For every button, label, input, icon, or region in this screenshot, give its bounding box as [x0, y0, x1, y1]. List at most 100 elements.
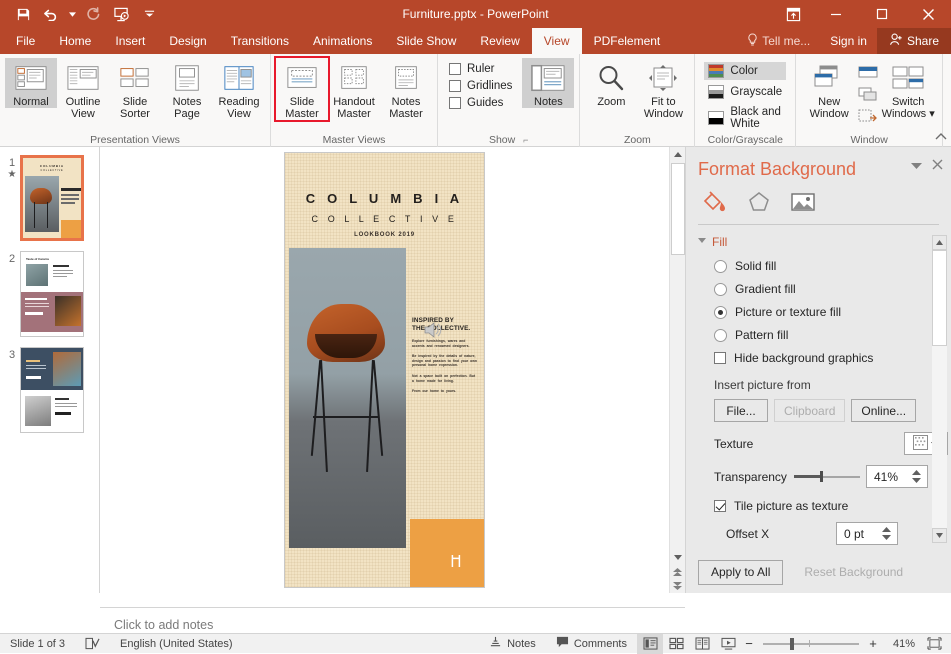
panel-scroll-up-button[interactable] [932, 235, 947, 250]
handout-master-button[interactable]: Handout Master [328, 58, 380, 120]
language-indicator[interactable]: English (United States) [110, 634, 243, 654]
slide-callout-textblock[interactable]: INSPIRED BY THE COLLECTIVE. Explore furn… [412, 317, 478, 394]
arrange-all-icon[interactable] [857, 62, 879, 82]
thumbnail-slide-2[interactable]: 2 Taste of Cararra [0, 251, 99, 337]
zoom-out-button[interactable]: − [741, 636, 757, 651]
slide-sorter-button[interactable]: Slide Sorter [109, 58, 161, 120]
comments-status-button[interactable]: Comments [546, 634, 637, 654]
panel-scrollbar[interactable] [932, 235, 947, 543]
minimize-button[interactable] [813, 0, 859, 28]
hide-background-graphics-checkbox[interactable]: Hide background graphics [714, 351, 951, 365]
audio-speaker-icon[interactable] [423, 320, 445, 343]
effects-icon[interactable] [744, 188, 774, 216]
outline-view-button[interactable]: Outline View [57, 58, 109, 120]
tab-file[interactable]: File [4, 28, 47, 54]
tab-view[interactable]: View [532, 28, 582, 54]
fill-icon[interactable] [700, 188, 730, 216]
color-option-color[interactable]: Color [704, 62, 786, 80]
slide-canvas[interactable]: C O L U M B I A C O L L E C T I V E LOOK… [285, 153, 484, 587]
tab-transitions[interactable]: Transitions [219, 28, 301, 54]
reading-view-button[interactable]: Reading View [213, 58, 265, 120]
slide-editing-area[interactable]: C O L U M B I A C O L L E C T I V E LOOK… [100, 147, 669, 593]
tile-picture-as-texture-checkbox[interactable]: Tile picture as texture [686, 499, 951, 513]
zoom-button[interactable]: Zoom [585, 58, 637, 108]
notes-status-button[interactable]: Notes [479, 634, 546, 654]
customize-qat-icon[interactable] [136, 2, 162, 26]
tab-slide-show[interactable]: Slide Show [384, 28, 468, 54]
slide-orange-block[interactable] [410, 519, 484, 587]
fill-section-header[interactable]: Fill [686, 233, 951, 255]
thumbnail-slide-3[interactable]: 3 [0, 347, 99, 433]
chevron-down-icon[interactable]: ▾ [929, 108, 935, 120]
previous-slide-button[interactable] [670, 565, 686, 579]
next-slide-button[interactable] [670, 579, 686, 593]
start-slideshow-icon[interactable] [108, 2, 134, 26]
slide-thumbnail-pane[interactable]: 1 ★ COLUMBIA COLLECTIVE 2 [0, 147, 100, 593]
fit-slide-to-window-icon[interactable] [921, 634, 947, 654]
tab-pdfelement[interactable]: PDFelement [582, 28, 673, 54]
notes-master-button[interactable]: Notes Master [380, 58, 432, 120]
offset-x-spinner[interactable]: 0 pt [836, 522, 898, 545]
offset-x-spinner-arrows[interactable] [882, 524, 894, 543]
pattern-fill-radio[interactable]: Pattern fill [714, 328, 951, 342]
insert-from-file-button[interactable]: File... [714, 399, 768, 422]
thumbnail-slide-1[interactable]: 1 ★ COLUMBIA COLLECTIVE [0, 155, 99, 241]
zoom-percent-label[interactable]: 41% [881, 638, 915, 650]
panel-options-dropdown-icon[interactable] [911, 159, 922, 173]
insert-from-online-button[interactable]: Online... [851, 399, 916, 422]
share-button[interactable]: Share [877, 28, 951, 54]
tell-me-box[interactable]: Tell me... [737, 33, 820, 49]
transparency-spinner-arrows[interactable] [912, 467, 924, 486]
save-icon[interactable] [10, 2, 36, 26]
zoom-in-button[interactable]: + [865, 636, 881, 651]
slide-sorter-button[interactable] [663, 634, 689, 654]
slide-indicator[interactable]: Slide 1 of 3 [0, 634, 75, 654]
animation-star-icon[interactable]: ★ [4, 169, 20, 180]
transparency-slider[interactable] [794, 469, 860, 485]
scroll-track[interactable] [670, 163, 686, 549]
picture-or-texture-fill-radio[interactable]: Picture or texture fill [714, 305, 951, 319]
scroll-down-button[interactable] [670, 549, 686, 565]
move-split-icon[interactable] [857, 106, 879, 126]
new-window-button[interactable]: New Window [801, 58, 857, 120]
tab-insert[interactable]: Insert [103, 28, 157, 54]
ribbon-display-options-icon[interactable] [773, 0, 813, 28]
fit-to-window-button[interactable]: Fit to Window [637, 58, 689, 120]
sign-in-button[interactable]: Sign in [820, 34, 877, 48]
close-button[interactable] [905, 0, 951, 28]
collapse-ribbon-icon[interactable] [935, 132, 947, 144]
zoom-slider[interactable] [763, 634, 859, 654]
normal-view-button[interactable]: Normal [5, 58, 57, 108]
maximize-button[interactable] [859, 0, 905, 28]
notes-page-button[interactable]: Notes Page [161, 58, 213, 120]
slide-master-button[interactable]: Slide Master [276, 58, 328, 120]
slideshow-button[interactable] [715, 634, 741, 654]
apply-to-all-button[interactable]: Apply to All [698, 560, 783, 585]
guides-checkbox[interactable]: Guides [449, 97, 512, 109]
gradient-fill-radio[interactable]: Gradient fill [714, 282, 951, 296]
transparency-slider-handle[interactable] [820, 471, 823, 482]
undo-dropdown-icon[interactable] [66, 2, 78, 26]
color-option-black-and-white[interactable]: Black and White [704, 104, 786, 132]
tab-animations[interactable]: Animations [301, 28, 384, 54]
normal-view-button[interactable] [637, 634, 663, 654]
tab-review[interactable]: Review [468, 28, 531, 54]
slide-lookbook-text[interactable]: LOOKBOOK 2019 [285, 232, 484, 238]
notes-button[interactable]: Notes [522, 58, 574, 108]
show-dialog-launcher-icon[interactable]: ⌐ [523, 133, 528, 147]
panel-scroll-down-button[interactable] [932, 528, 947, 543]
ruler-checkbox[interactable]: Ruler [449, 63, 512, 75]
panel-scroll-track[interactable] [932, 250, 947, 528]
switch-windows-button[interactable]: Switch Windows ▾ [879, 58, 937, 120]
solid-fill-radio[interactable]: Solid fill [714, 259, 951, 273]
panel-scroll-thumb[interactable] [932, 250, 947, 346]
color-option-grayscale[interactable]: Grayscale [704, 83, 786, 101]
scroll-up-button[interactable] [670, 147, 686, 163]
reading-view-button[interactable] [689, 634, 715, 654]
transparency-spinner[interactable]: 41% [866, 465, 928, 488]
thumbnail-2-image[interactable]: Taste of Cararra [20, 251, 84, 337]
thumbnail-3-image[interactable] [20, 347, 84, 433]
thumbnail-1-image[interactable]: COLUMBIA COLLECTIVE [20, 155, 84, 241]
scroll-thumb[interactable] [671, 163, 685, 255]
cascade-icon[interactable] [857, 84, 879, 104]
